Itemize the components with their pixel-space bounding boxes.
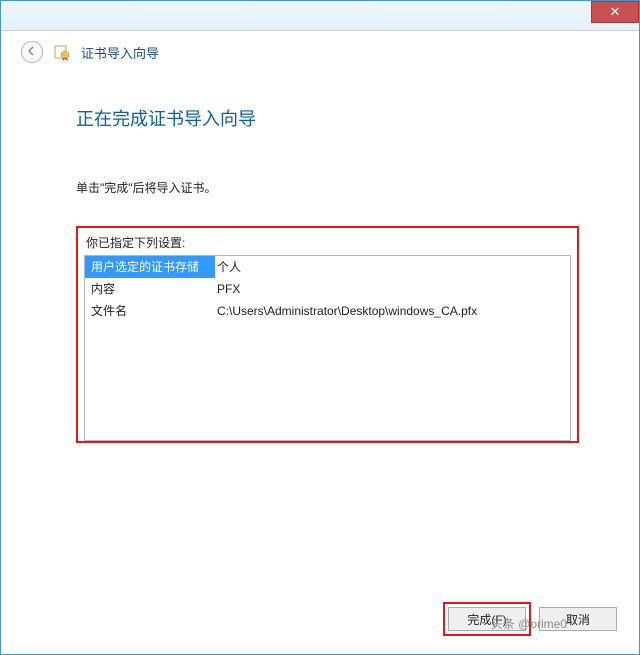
finish-highlight: 完成(F) — [443, 602, 531, 636]
instruction-text: 单击"完成"后将导入证书。 — [76, 179, 579, 196]
finish-button[interactable]: 完成(F) — [448, 607, 526, 631]
page-title: 正在完成证书导入向导 — [76, 105, 579, 131]
setting-key: 用户选定的证书存储 — [85, 256, 215, 278]
back-arrow-icon — [26, 45, 38, 60]
setting-key: 内容 — [85, 278, 215, 300]
setting-value: C:\Users\Administrator\Desktop\windows_C… — [215, 300, 570, 322]
certificate-icon — [53, 43, 71, 61]
settings-listview[interactable]: 用户选定的证书存储 个人 内容 PFX 文件名 C:\Users\Adminis… — [84, 255, 571, 441]
wizard-content: 正在完成证书导入向导 单击"完成"后将导入证书。 你已指定下列设置: 用户选定的… — [1, 75, 639, 443]
cancel-button[interactable]: 取消 — [539, 607, 617, 631]
wizard-header: 证书导入向导 — [1, 31, 639, 75]
setting-value: 个人 — [215, 256, 570, 278]
list-item[interactable]: 文件名 C:\Users\Administrator\Desktop\windo… — [85, 300, 570, 322]
close-button[interactable]: ✕ — [591, 1, 639, 23]
list-item[interactable]: 用户选定的证书存储 个人 — [85, 256, 570, 278]
wizard-title: 证书导入向导 — [81, 43, 159, 62]
settings-highlight: 你已指定下列设置: 用户选定的证书存储 个人 内容 PFX 文件名 C:\Use… — [76, 226, 579, 443]
wizard-window: ✕ 证书导入向导 正在完成证书导入向导 单击"完成"后将导入证书。 你已指定下列… — [0, 0, 640, 655]
setting-key: 文件名 — [85, 300, 215, 322]
back-button[interactable] — [21, 41, 43, 63]
settings-label: 你已指定下列设置: — [84, 234, 571, 251]
list-item[interactable]: 内容 PFX — [85, 278, 570, 300]
button-row: 完成(F) 取消 — [443, 602, 617, 636]
titlebar: ✕ — [1, 1, 639, 31]
setting-value: PFX — [215, 278, 570, 300]
close-icon: ✕ — [610, 4, 621, 19]
